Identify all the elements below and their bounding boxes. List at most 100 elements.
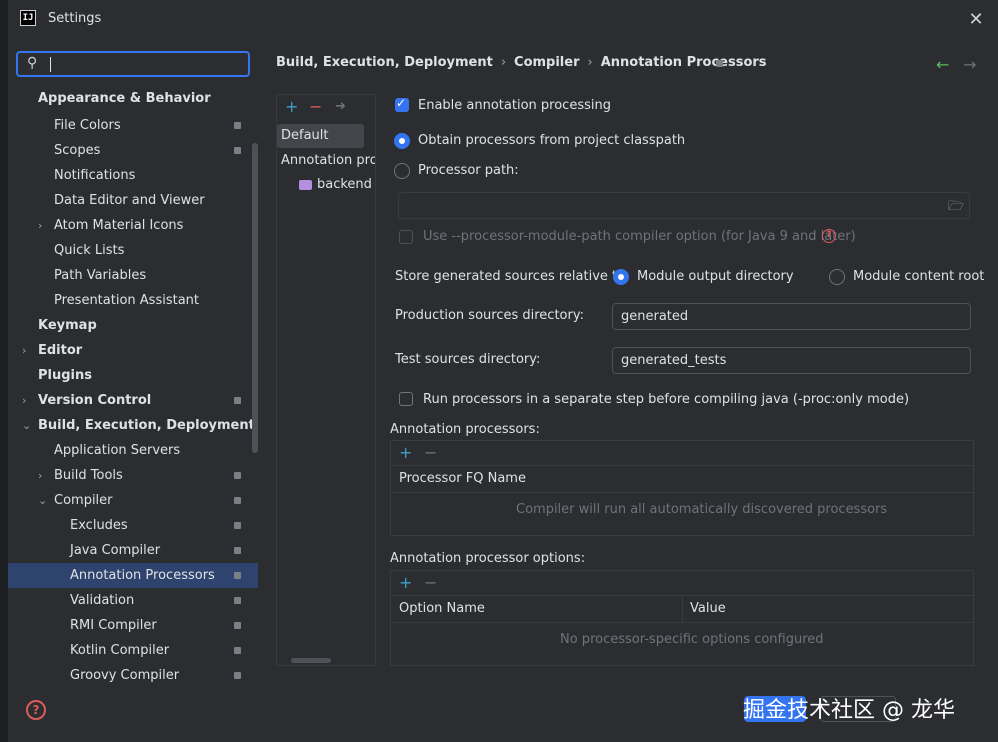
table-toolbar: + − bbox=[391, 441, 973, 466]
search-icon: ⚲ bbox=[27, 55, 38, 71]
enable-annotation-processing-checkbox[interactable] bbox=[395, 96, 409, 112]
use-module-path-checkbox[interactable] bbox=[399, 230, 413, 244]
sidebar-item-java-compiler[interactable]: Java Compiler bbox=[70, 538, 160, 563]
profiles-horizontal-scrollbar[interactable] bbox=[291, 658, 331, 663]
add-icon[interactable]: + bbox=[399, 445, 412, 461]
annotation-processors-title: Annotation processors: bbox=[390, 422, 540, 437]
sidebar-item-atom-material-icons[interactable]: Atom Material Icons bbox=[54, 213, 183, 238]
empty-table-message: Compiler will run all automatically disc… bbox=[516, 502, 888, 517]
run-separate-step-checkbox[interactable] bbox=[399, 392, 413, 406]
sidebar-item-build-execution-deployment[interactable]: Build, Execution, Deployment bbox=[38, 413, 255, 438]
production-sources-field[interactable]: generated bbox=[612, 303, 971, 330]
profile-item-default[interactable]: Default bbox=[281, 128, 329, 143]
chevron-down-icon[interactable]: ⌄ bbox=[22, 419, 31, 432]
sidebar-item-presentation-assistant[interactable]: Presentation Assistant bbox=[54, 288, 199, 313]
help-button[interactable]: ? bbox=[26, 700, 46, 720]
project-settings-icon bbox=[234, 597, 241, 604]
sidebar-item-scopes[interactable]: Scopes bbox=[54, 138, 100, 163]
processor-options-table: + − Option Name Value No processor-speci… bbox=[390, 570, 974, 666]
sidebar-item-appearance-behavior[interactable]: Appearance & Behavior bbox=[38, 86, 211, 111]
sidebar-item-rmi-compiler[interactable]: RMI Compiler bbox=[70, 613, 157, 638]
chevron-right-icon[interactable]: › bbox=[38, 469, 42, 482]
chevron-right-icon[interactable]: › bbox=[38, 219, 42, 232]
module-content-root-radio[interactable] bbox=[829, 269, 845, 285]
sidebar-item-label: Notifications bbox=[54, 168, 136, 183]
remove-icon[interactable]: − bbox=[424, 445, 437, 461]
settings-dialog: IJ Settings ✕ ⚲ Appearance & Behavior Fi… bbox=[8, 0, 998, 742]
sidebar-item-label: Atom Material Icons bbox=[54, 218, 184, 233]
sidebar-item-label: Version Control bbox=[38, 393, 152, 408]
sidebar-item-application-servers[interactable]: Application Servers bbox=[54, 438, 180, 463]
sidebar-item-version-control[interactable]: Version Control bbox=[38, 388, 151, 413]
breadcrumb-item: Annotation Processors bbox=[600, 55, 767, 70]
sidebar-item-label: Appearance & Behavior bbox=[38, 91, 211, 106]
sidebar-item-compiler[interactable]: Compiler bbox=[54, 488, 113, 513]
help-icon[interactable]: ? bbox=[822, 229, 836, 243]
sidebar-item-editor[interactable]: Editor bbox=[38, 338, 82, 363]
move-arrow-icon[interactable]: ➜ bbox=[335, 99, 346, 115]
folder-icon bbox=[299, 180, 312, 190]
test-sources-field[interactable]: generated_tests bbox=[612, 347, 971, 374]
breadcrumb-separator-icon: › bbox=[587, 55, 593, 70]
close-icon[interactable]: ✕ bbox=[968, 11, 984, 29]
background-window-edge bbox=[0, 0, 8, 742]
enable-annotation-processing-label: Enable annotation processing bbox=[418, 98, 611, 113]
chevron-right-icon[interactable]: › bbox=[22, 394, 26, 407]
module-content-root-label: Module content root bbox=[853, 269, 985, 284]
sidebar-item-label: Keymap bbox=[38, 318, 97, 333]
sidebar-item-path-variables[interactable]: Path Variables bbox=[54, 263, 146, 288]
project-settings-icon bbox=[234, 122, 241, 129]
profile-item-annotation-profile[interactable]: Annotation profi bbox=[281, 153, 375, 168]
sidebar-item-quick-lists[interactable]: Quick Lists bbox=[54, 238, 124, 263]
project-settings-icon bbox=[234, 672, 241, 679]
profiles-panel: + − ➜ Default Annotation profi backend bbox=[276, 94, 376, 666]
processor-path-radio[interactable] bbox=[394, 163, 410, 179]
title-bar: IJ Settings ✕ bbox=[8, 0, 998, 40]
use-module-path-label: Use --processor-module-path compiler opt… bbox=[423, 229, 856, 244]
sidebar-item-kotlin-compiler[interactable]: Kotlin Compiler bbox=[70, 638, 169, 663]
breadcrumb-separator-icon: › bbox=[500, 55, 507, 70]
breadcrumb-item: Compiler bbox=[514, 55, 580, 70]
sidebar-item-excludes[interactable]: Excludes bbox=[70, 513, 128, 538]
chevron-down-icon[interactable]: ⌄ bbox=[38, 494, 47, 507]
test-sources-label: Test sources directory: bbox=[395, 352, 541, 367]
add-icon[interactable]: + bbox=[285, 99, 298, 115]
search-input[interactable]: ⚲ bbox=[16, 51, 250, 77]
project-settings-icon bbox=[234, 472, 241, 479]
processor-path-label: Processor path: bbox=[418, 163, 519, 178]
forward-arrow-icon[interactable]: → bbox=[963, 55, 976, 74]
profile-item-backend[interactable]: backend bbox=[317, 177, 372, 192]
chevron-right-icon[interactable]: › bbox=[22, 344, 26, 357]
watermark: 掘金技术社区 @ 龙华 bbox=[743, 698, 955, 723]
sidebar-item-annotation-processors[interactable]: Annotation Processors bbox=[70, 563, 215, 588]
remove-icon[interactable]: − bbox=[424, 575, 437, 591]
module-output-directory-radio[interactable] bbox=[613, 269, 629, 285]
sidebar-item-label: Data Editor and Viewer bbox=[54, 193, 205, 208]
add-icon[interactable]: + bbox=[399, 575, 412, 591]
sidebar-scrollbar[interactable] bbox=[252, 143, 258, 453]
sidebar-item-notifications[interactable]: Notifications bbox=[54, 163, 135, 188]
remove-icon[interactable]: − bbox=[309, 99, 322, 115]
column-header[interactable]: Processor FQ Name bbox=[399, 471, 526, 486]
sidebar-item-plugins[interactable]: Plugins bbox=[38, 363, 92, 388]
back-arrow-icon[interactable]: ← bbox=[936, 55, 949, 74]
project-settings-icon bbox=[234, 547, 241, 554]
breadcrumb-item: Build, Execution, Deployment bbox=[276, 55, 493, 70]
column-header-value[interactable]: Value bbox=[690, 601, 726, 616]
sidebar-item-label: Excludes bbox=[70, 518, 128, 533]
sidebar-item-data-editor-viewer[interactable]: Data Editor and Viewer bbox=[54, 188, 205, 213]
column-header-option-name[interactable]: Option Name bbox=[399, 601, 485, 616]
breadcrumb: Build, Execution, Deployment › Compiler › An… bbox=[276, 55, 767, 70]
project-settings-icon bbox=[234, 647, 241, 654]
obtain-from-classpath-radio[interactable] bbox=[394, 133, 410, 149]
browse-folder-icon[interactable]: 🗁 bbox=[948, 197, 964, 219]
sidebar-item-file-colors[interactable]: File Colors bbox=[54, 113, 121, 138]
sidebar-item-label: Build Tools bbox=[54, 468, 123, 483]
sidebar-item-groovy-compiler[interactable]: Groovy Compiler bbox=[70, 663, 179, 688]
sidebar-item-validation[interactable]: Validation bbox=[70, 588, 134, 613]
processor-path-field[interactable] bbox=[398, 192, 970, 219]
sidebar-item-keymap[interactable]: Keymap bbox=[38, 313, 97, 338]
sidebar-item-label: Presentation Assistant bbox=[54, 293, 199, 308]
project-settings-icon bbox=[234, 522, 241, 529]
sidebar-item-build-tools[interactable]: Build Tools bbox=[54, 463, 123, 488]
